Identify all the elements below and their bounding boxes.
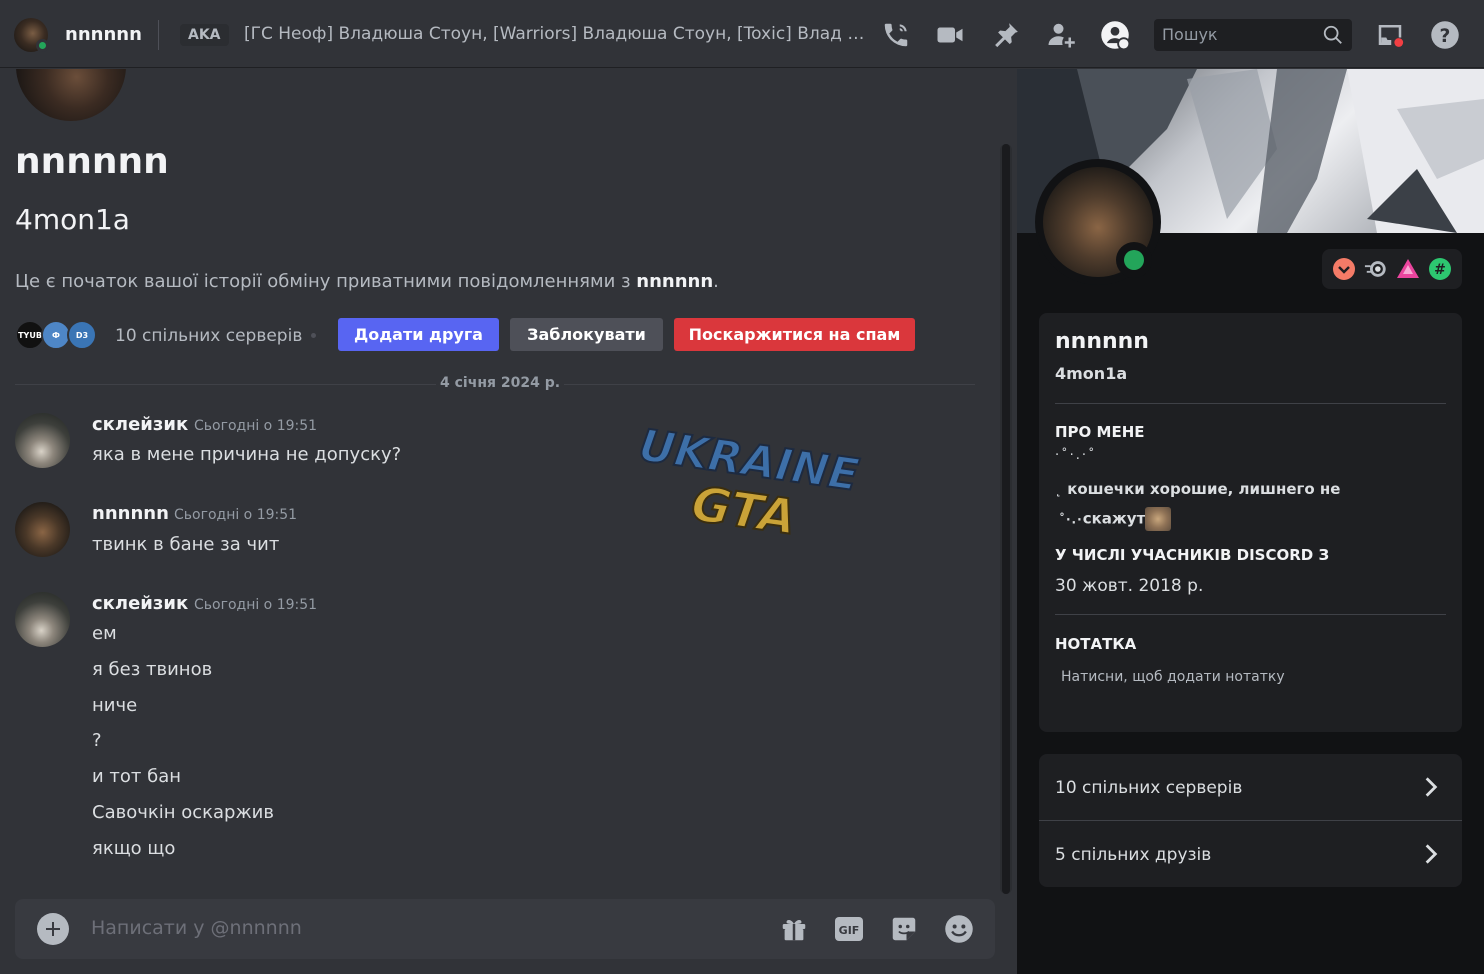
member-since-heading: У ЧИСЛІ УЧАСНИКІВ DISCORD З	[1055, 546, 1330, 564]
profile-toggle-icon[interactable]	[1098, 18, 1132, 52]
dm-username[interactable]: nnnnnn	[65, 24, 142, 45]
message-text: яка в мене причина не допуску?	[92, 444, 402, 465]
message-text: якщо що	[92, 838, 176, 859]
message-avatar[interactable]	[15, 413, 70, 468]
message-text: я без твинов	[92, 659, 213, 680]
cat-emoji-icon	[1145, 507, 1172, 531]
emoji-icon[interactable]	[942, 912, 976, 946]
message-input[interactable]	[91, 917, 731, 939]
mutual-servers-link[interactable]: 10 спільних серверів	[1039, 754, 1462, 820]
message-text: Савочкін оскаржив	[92, 802, 274, 823]
message-author[interactable]: nnnnnn	[92, 503, 169, 524]
profile-divider	[1055, 403, 1446, 404]
intro-display-name: nnnnnn	[15, 141, 169, 182]
header-divider	[158, 20, 159, 50]
svg-text:GIF: GIF	[839, 924, 860, 937]
message-text: и тот бан	[92, 766, 182, 787]
chat-scrollbar-thumb[interactable]	[1002, 144, 1010, 894]
message-author[interactable]: склейзик	[92, 414, 188, 435]
bug-hunter-badge-icon[interactable]	[1332, 257, 1356, 281]
dot-separator	[311, 333, 316, 338]
sticker-icon[interactable]	[887, 912, 921, 946]
hypesquad-badge-icon[interactable]	[1396, 257, 1420, 281]
plus-icon	[46, 922, 60, 936]
profile-display-name: nnnnnn	[1055, 329, 1149, 354]
member-since-date: 30 жовт. 2018 р.	[1055, 576, 1204, 596]
mutual-friends-label: 5 спільних друзів	[1055, 845, 1212, 865]
online-status-indicator	[1124, 250, 1144, 270]
help-icon[interactable]: ?	[1428, 18, 1462, 52]
nitro-badge-icon[interactable]	[1364, 257, 1388, 281]
message-timestamp: Сьогодні о 19:51	[174, 507, 298, 523]
aka-names-list: [ГС Неоф] Владюша Стоун, [Warriors] Влад…	[244, 24, 866, 44]
message-text: ниче	[92, 695, 138, 716]
video-call-icon[interactable]	[933, 18, 967, 52]
about-me-line1: ˛ кошечки хорошие, лишнего не	[1055, 480, 1341, 498]
mutual-friends-link[interactable]: 5 спільних друзів	[1039, 821, 1462, 887]
message-text: твинк в бане за чит	[92, 534, 280, 555]
date-divider-label: 4 січня 2024 р.	[436, 375, 565, 391]
profile-badges: #	[1322, 249, 1462, 289]
gift-icon[interactable]	[777, 912, 811, 946]
message-text: ?	[92, 730, 102, 751]
top-bar: nnnnnn AKA [ГС Неоф] Владюша Стоун, [War…	[0, 0, 1484, 68]
add-friend-button[interactable]: Додати друга	[338, 318, 499, 351]
chevron-right-icon	[1425, 777, 1438, 797]
profile-mutuals-card: 10 спільних серверів 5 спільних друзів	[1039, 754, 1462, 887]
block-button[interactable]: Заблокувати	[510, 318, 663, 351]
user-profile-panel: # nnnnnn 4mon1a ПРО МЕНЕ ·˚·.·˚ ˛ кошечк…	[1017, 69, 1484, 974]
about-me-heading: ПРО МЕНЕ	[1055, 423, 1145, 441]
about-me-sparkles: ·˚·.·˚	[1055, 448, 1097, 463]
aka-badge: AKA	[180, 24, 229, 46]
search-box[interactable]	[1154, 19, 1352, 51]
message-composer: GIF	[15, 899, 995, 959]
phone-call-icon[interactable]	[879, 18, 913, 52]
mutual-servers-link[interactable]: 10 спільних серверів	[115, 326, 302, 346]
svg-text:#: #	[1434, 262, 1446, 278]
online-status-indicator	[36, 39, 49, 52]
message-avatar[interactable]	[15, 502, 70, 557]
chat-scrollbar[interactable]	[1000, 144, 1012, 894]
mutual-server-icon: D3	[67, 320, 97, 350]
note-input[interactable]: Натисни, щоб додати нотатку	[1061, 669, 1285, 685]
pin-icon[interactable]	[989, 18, 1023, 52]
about-me-line2: ˚·.·скажут	[1059, 507, 1172, 531]
message-timestamp: Сьогодні о 19:51	[194, 418, 318, 434]
mutual-servers-row[interactable]: TYUB Ф D3 10 спільних серверів	[15, 318, 316, 352]
note-heading: НОТАТКА	[1055, 635, 1137, 653]
intro-description: Це є початок вашої історії обміну приват…	[15, 271, 719, 292]
search-icon[interactable]	[1322, 24, 1344, 46]
add-friend-icon[interactable]	[1044, 18, 1078, 52]
add-attachment-button[interactable]	[37, 913, 69, 945]
inbox-icon[interactable]	[1373, 18, 1407, 52]
active-developer-badge-icon[interactable]: #	[1428, 257, 1452, 281]
profile-info-card: nnnnnn 4mon1a ПРО МЕНЕ ·˚·.·˚ ˛ кошечки …	[1039, 313, 1462, 732]
message-text: ем	[92, 623, 117, 644]
message-avatar[interactable]	[15, 592, 70, 647]
chevron-right-icon	[1425, 844, 1438, 864]
profile-divider	[1055, 614, 1446, 615]
intro-username: 4mon1a	[15, 203, 130, 236]
intro-avatar	[16, 69, 126, 121]
mutual-servers-label: 10 спільних серверів	[1055, 778, 1243, 798]
ukraine-gta-watermark-logo: UKRAINE GTA	[635, 419, 863, 545]
chat-area: nnnnnn 4mon1a Це є початок вашої історії…	[0, 69, 1016, 974]
message-author[interactable]: склейзик	[92, 593, 188, 614]
profile-username[interactable]: 4mon1a	[1055, 364, 1127, 383]
svg-text:?: ?	[1440, 26, 1451, 47]
gif-button[interactable]: GIF	[832, 912, 866, 946]
message-timestamp: Сьогодні о 19:51	[194, 597, 318, 613]
search-input[interactable]	[1162, 25, 1312, 44]
report-spam-button[interactable]: Поскаржитися на спам	[674, 318, 915, 351]
